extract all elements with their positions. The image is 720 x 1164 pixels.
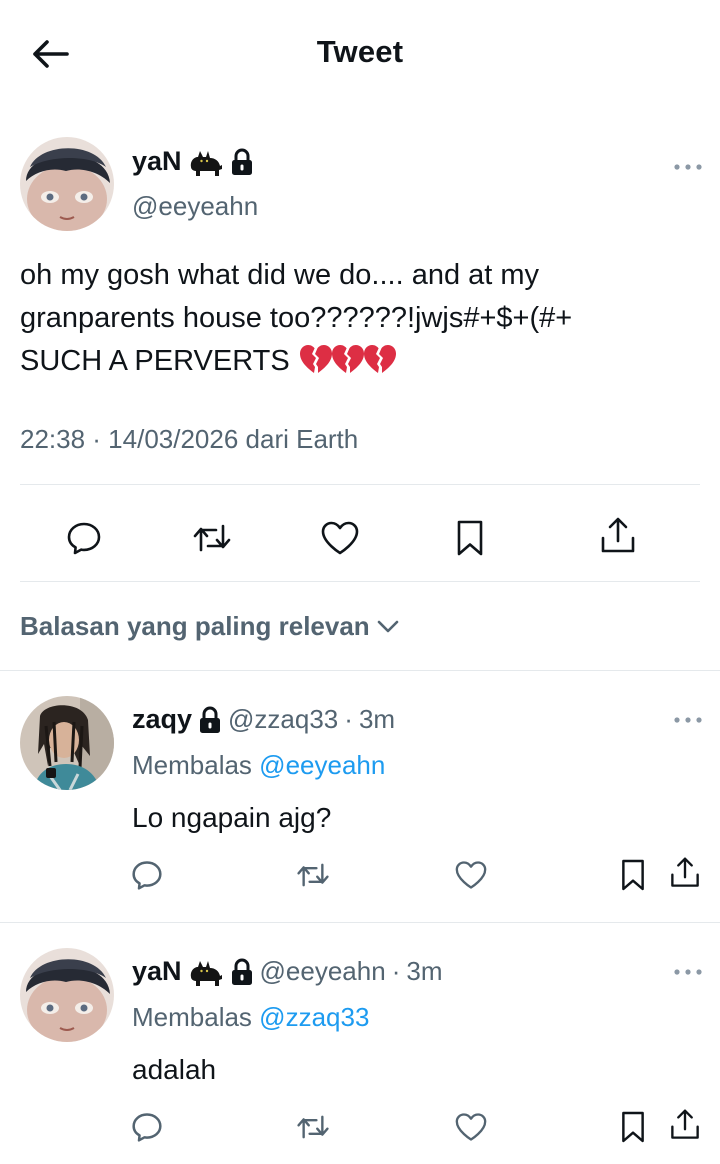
tweet-timestamp[interactable]: 22:38 · 14/03/2026 dari Earth xyxy=(20,424,358,455)
divider xyxy=(0,670,720,671)
reply-button[interactable] xyxy=(128,1108,166,1146)
more-options-button[interactable] xyxy=(668,962,708,982)
retweet-icon xyxy=(297,1115,329,1139)
chevron-down-icon xyxy=(377,620,399,632)
broken-hearts xyxy=(298,345,398,377)
reply-sort-selector[interactable]: Balasan yang paling relevan xyxy=(20,611,400,642)
like-button[interactable] xyxy=(452,856,490,894)
retweet-button[interactable] xyxy=(294,856,332,894)
bookmark-icon xyxy=(622,859,644,891)
like-button[interactable] xyxy=(452,1108,490,1146)
more-options-button[interactable] xyxy=(668,710,708,730)
cat-emoji xyxy=(190,960,222,986)
author-name-row: yaN xyxy=(132,146,254,177)
bookmark-button[interactable] xyxy=(448,516,492,560)
tweet-text-line: oh my gosh what did we do.... and at my xyxy=(20,259,540,291)
share-icon xyxy=(671,857,699,887)
retweet-icon xyxy=(297,863,329,887)
reply-action-bar xyxy=(0,1108,720,1148)
more-dots-icon xyxy=(674,717,702,723)
reply-time[interactable]: 3m xyxy=(359,704,395,735)
reply-action-bar xyxy=(0,856,720,896)
retweet-icon xyxy=(193,524,231,552)
share-icon xyxy=(601,517,635,553)
top-bar: Tweet xyxy=(0,0,720,108)
display-name[interactable]: yaN xyxy=(132,956,182,987)
tweet-action-bar xyxy=(0,510,720,564)
more-options-button[interactable] xyxy=(668,157,708,177)
reply-icon xyxy=(67,522,101,555)
mention-link[interactable]: @zzaq33 xyxy=(259,1002,369,1032)
retweet-button[interactable] xyxy=(294,1108,332,1146)
reply-time[interactable]: 3m xyxy=(406,956,442,987)
lock-icon xyxy=(231,958,252,985)
divider xyxy=(0,922,720,923)
author-handle[interactable]: @zzaq33 xyxy=(228,704,338,735)
share-button[interactable] xyxy=(666,1106,704,1144)
display-name[interactable]: yaN xyxy=(132,146,182,177)
broken-heart-emoji xyxy=(331,345,364,373)
avatar[interactable] xyxy=(20,137,114,231)
tweet-text-line: granparents house too??????!jwjs#+$+(#+ xyxy=(20,302,573,334)
like-button[interactable] xyxy=(318,516,362,560)
lock-icon xyxy=(200,706,221,733)
display-name[interactable]: zaqy xyxy=(132,704,192,735)
replying-to: Membalas @eeyeahn xyxy=(132,750,385,781)
reply-header: yaN @eeyeahn · 3m xyxy=(132,956,442,987)
page-title: Tweet xyxy=(316,34,404,69)
mention-link[interactable]: @eeyeahn xyxy=(259,750,385,780)
reply-icon xyxy=(132,1113,162,1142)
reply-header: zaqy @zzaq33 · 3m xyxy=(132,704,395,735)
reply-text: Lo ngapain ajg? xyxy=(132,802,332,833)
cat-emoji xyxy=(190,150,222,176)
like-icon xyxy=(321,521,359,555)
more-dots-icon xyxy=(674,164,702,170)
avatar-image xyxy=(20,137,114,231)
reply-sort-label: Balasan yang paling relevan xyxy=(20,611,370,641)
share-button[interactable] xyxy=(596,514,640,558)
avatar[interactable] xyxy=(20,696,114,790)
tweet-text: oh my gosh what did we do.... and at my … xyxy=(20,254,700,383)
like-icon xyxy=(455,1113,487,1141)
divider xyxy=(20,581,700,582)
separator-dot: · xyxy=(344,704,353,734)
tweet-text-line-last: SUCH A PERVERTS xyxy=(20,340,700,383)
bookmark-icon xyxy=(457,520,483,556)
divider xyxy=(20,484,700,485)
author-handle[interactable]: @eeyeahn xyxy=(132,191,258,222)
avatar[interactable] xyxy=(20,948,114,1042)
replying-prefix: Membalas xyxy=(132,750,252,780)
bookmark-button[interactable] xyxy=(614,856,652,894)
reply-icon xyxy=(132,861,162,890)
bookmark-icon xyxy=(622,1111,644,1143)
author-handle[interactable]: @eeyeahn xyxy=(260,956,386,987)
reply-button[interactable] xyxy=(128,856,166,894)
bookmark-button[interactable] xyxy=(614,1108,652,1146)
avatar-image xyxy=(20,696,114,790)
separator-dot: · xyxy=(391,956,401,986)
replying-to: Membalas @zzaq33 xyxy=(132,1002,369,1033)
reply-button[interactable] xyxy=(62,516,106,560)
broken-heart-emoji xyxy=(363,345,396,373)
lock-icon xyxy=(231,148,252,175)
replying-prefix: Membalas xyxy=(132,1002,252,1032)
tweet-text-line: SUCH A PERVERTS xyxy=(20,345,290,377)
reply-text: adalah xyxy=(132,1054,217,1085)
avatar-image xyxy=(20,948,114,1042)
share-button[interactable] xyxy=(666,854,704,892)
more-dots-icon xyxy=(674,969,702,975)
like-icon xyxy=(455,861,487,889)
share-icon xyxy=(671,1109,699,1139)
retweet-button[interactable] xyxy=(190,516,234,560)
broken-heart-emoji xyxy=(299,345,332,373)
